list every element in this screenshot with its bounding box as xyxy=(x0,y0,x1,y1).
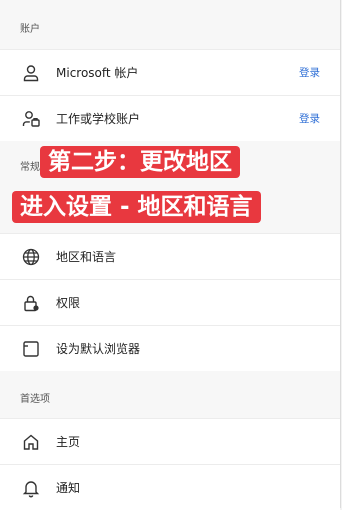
work-school-account-row[interactable]: 工作或学校账户 登录 xyxy=(0,95,340,141)
work-school-account-label: 工作或学校账户 xyxy=(56,112,141,126)
overlay-banner-line2: 进入设置 - 地区和语言 xyxy=(12,191,261,223)
microsoft-account-row[interactable]: Microsoft 帐户 登录 xyxy=(0,49,340,95)
region-language-label: 地区和语言 xyxy=(56,250,117,264)
bell-icon xyxy=(20,477,42,499)
section-header-preferences: 首选项 xyxy=(20,394,50,405)
lock-icon xyxy=(20,292,42,314)
overlay-banner-line1: 第二步：更改地区 xyxy=(40,146,240,178)
work-school-sign-in-link[interactable]: 登录 xyxy=(299,111,320,126)
notifications-label: 通知 xyxy=(56,481,81,495)
home-icon xyxy=(20,431,42,453)
default-browser-row[interactable]: 设为默认浏览器 xyxy=(0,325,340,371)
section-header-account: 账户 xyxy=(20,24,40,35)
microsoft-account-label: Microsoft 帐户 xyxy=(56,66,139,80)
globe-icon xyxy=(20,246,42,268)
person-icon xyxy=(20,62,42,84)
window-icon xyxy=(20,338,42,360)
home-row[interactable]: 主页 xyxy=(0,418,340,464)
microsoft-sign-in-link[interactable]: 登录 xyxy=(299,65,320,80)
permissions-row[interactable]: 权限 xyxy=(0,279,340,325)
settings-panel: 账户 Microsoft 帐户 登录 工作或学校账户 登录 常规 地区和语言 权… xyxy=(0,0,341,510)
home-label: 主页 xyxy=(56,435,81,449)
region-language-row[interactable]: 地区和语言 xyxy=(0,233,340,279)
section-header-general: 常规 xyxy=(20,162,40,173)
default-browser-label: 设为默认浏览器 xyxy=(56,342,141,356)
permissions-label: 权限 xyxy=(56,296,81,310)
notifications-row[interactable]: 通知 xyxy=(0,464,340,510)
work-account-icon xyxy=(20,108,42,130)
